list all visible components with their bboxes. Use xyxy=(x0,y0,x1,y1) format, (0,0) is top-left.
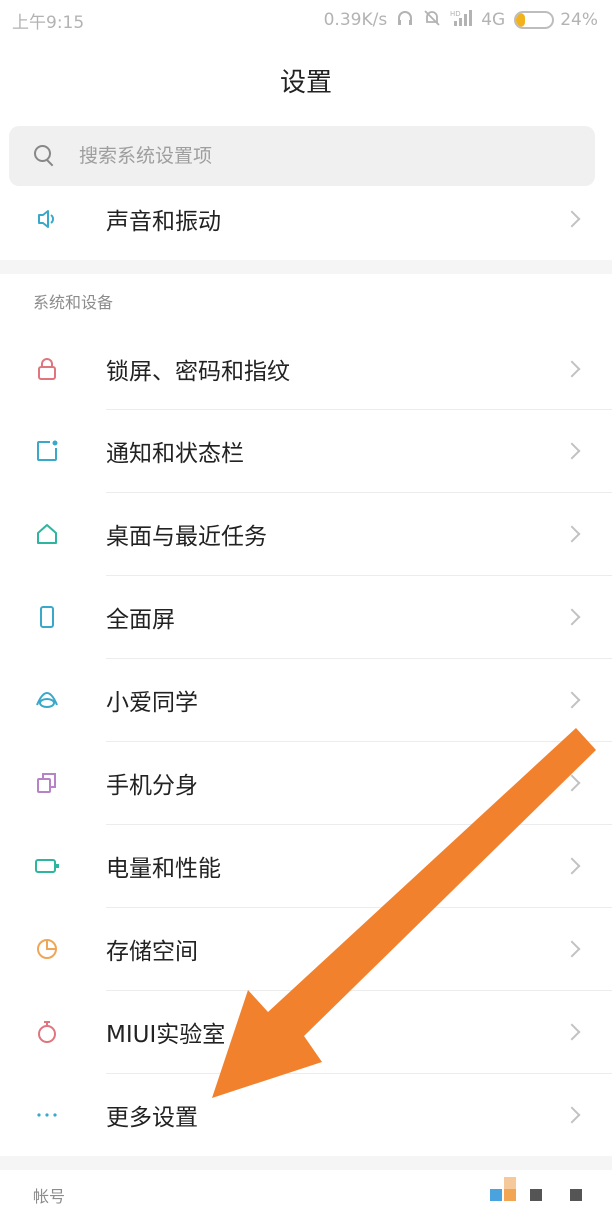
search-input[interactable] xyxy=(79,145,539,167)
settings-item-label: MIUI实验室 xyxy=(106,1022,226,1048)
settings-item-label: 存储空间 xyxy=(106,939,198,965)
phone-icon xyxy=(34,604,60,630)
settings-item-sound[interactable]: 声音和振动 xyxy=(0,178,612,260)
page-title: 设置 xyxy=(279,68,332,98)
chevron-right-icon xyxy=(563,360,581,378)
settings-item-label: 更多设置 xyxy=(106,1105,198,1131)
settings-item-label: 电量和性能 xyxy=(106,856,221,882)
settings-item-battery[interactable]: 电量和性能 xyxy=(0,825,612,907)
lab-flask-icon xyxy=(34,1019,60,1045)
search-icon xyxy=(33,144,57,168)
network-speed: 0.39K/s xyxy=(323,10,388,30)
speaker-icon xyxy=(34,206,60,232)
settings-item-notifications[interactable]: 通知和状态栏 xyxy=(0,410,612,492)
settings-item-label: 小爱同学 xyxy=(106,690,198,716)
battery-icon: 24% xyxy=(514,10,598,30)
settings-item-fullscreen[interactable]: 全面屏 xyxy=(0,576,612,658)
status-bar: 上午9:15 0.39K/s HD 4G 24% xyxy=(0,0,612,40)
settings-item-label: 桌面与最近任务 xyxy=(106,524,267,550)
settings-item-lockscreen[interactable]: 锁屏、密码和指纹 xyxy=(0,328,612,410)
settings-item-xiaoai[interactable]: 小爱同学 xyxy=(0,659,612,741)
chevron-right-icon xyxy=(563,525,581,543)
settings-item-more-settings[interactable]: 更多设置 xyxy=(0,1074,612,1156)
watermark-logo-icon xyxy=(490,1177,582,1201)
section-gap xyxy=(0,260,612,274)
chevron-right-icon xyxy=(563,940,581,958)
more-dots-icon xyxy=(34,1102,60,1128)
battery-icon xyxy=(34,853,60,879)
chevron-right-icon xyxy=(563,210,581,228)
mute-bell-icon xyxy=(423,9,441,32)
chevron-right-icon xyxy=(563,608,581,626)
chevron-right-icon xyxy=(563,691,581,709)
settings-item-miui-lab[interactable]: MIUI实验室 xyxy=(0,991,612,1073)
settings-item-second-space[interactable]: 手机分身 xyxy=(0,742,612,824)
settings-item-home[interactable]: 桌面与最近任务 xyxy=(0,493,612,575)
settings-item-label: 锁屏、密码和指纹 xyxy=(106,359,290,385)
section-header-account: 帐号 xyxy=(33,1187,66,1206)
chevron-right-icon xyxy=(563,1023,581,1041)
chevron-right-icon xyxy=(563,1106,581,1124)
lock-icon xyxy=(34,356,60,382)
chevron-right-icon xyxy=(563,774,581,792)
section-gap xyxy=(0,1156,612,1170)
settings-item-storage[interactable]: 存储空间 xyxy=(0,908,612,990)
storage-pie-icon xyxy=(34,936,60,962)
settings-item-label: 全面屏 xyxy=(106,607,175,633)
battery-percent: 24% xyxy=(560,10,598,30)
settings-item-label: 声音和振动 xyxy=(106,209,221,235)
status-time: 上午9:15 xyxy=(12,12,85,33)
svg-text:HD: HD xyxy=(450,10,461,18)
chevron-right-icon xyxy=(563,442,581,460)
network-type: 4G xyxy=(481,10,506,30)
clone-icon xyxy=(34,770,60,796)
settings-item-label: 通知和状态栏 xyxy=(106,441,244,467)
home-icon xyxy=(34,521,60,547)
search-bar[interactable] xyxy=(9,126,595,186)
status-icons: 0.39K/s HD 4G 24% xyxy=(324,9,598,32)
chevron-right-icon xyxy=(563,857,581,875)
hd-signal-icon: HD xyxy=(450,9,473,32)
xiaoai-icon xyxy=(34,687,60,713)
headphones-icon xyxy=(396,9,414,32)
section-header-system: 系统和设备 xyxy=(33,293,114,312)
notification-icon xyxy=(34,438,60,464)
settings-item-label: 手机分身 xyxy=(106,773,198,799)
watermark xyxy=(490,1175,590,1205)
